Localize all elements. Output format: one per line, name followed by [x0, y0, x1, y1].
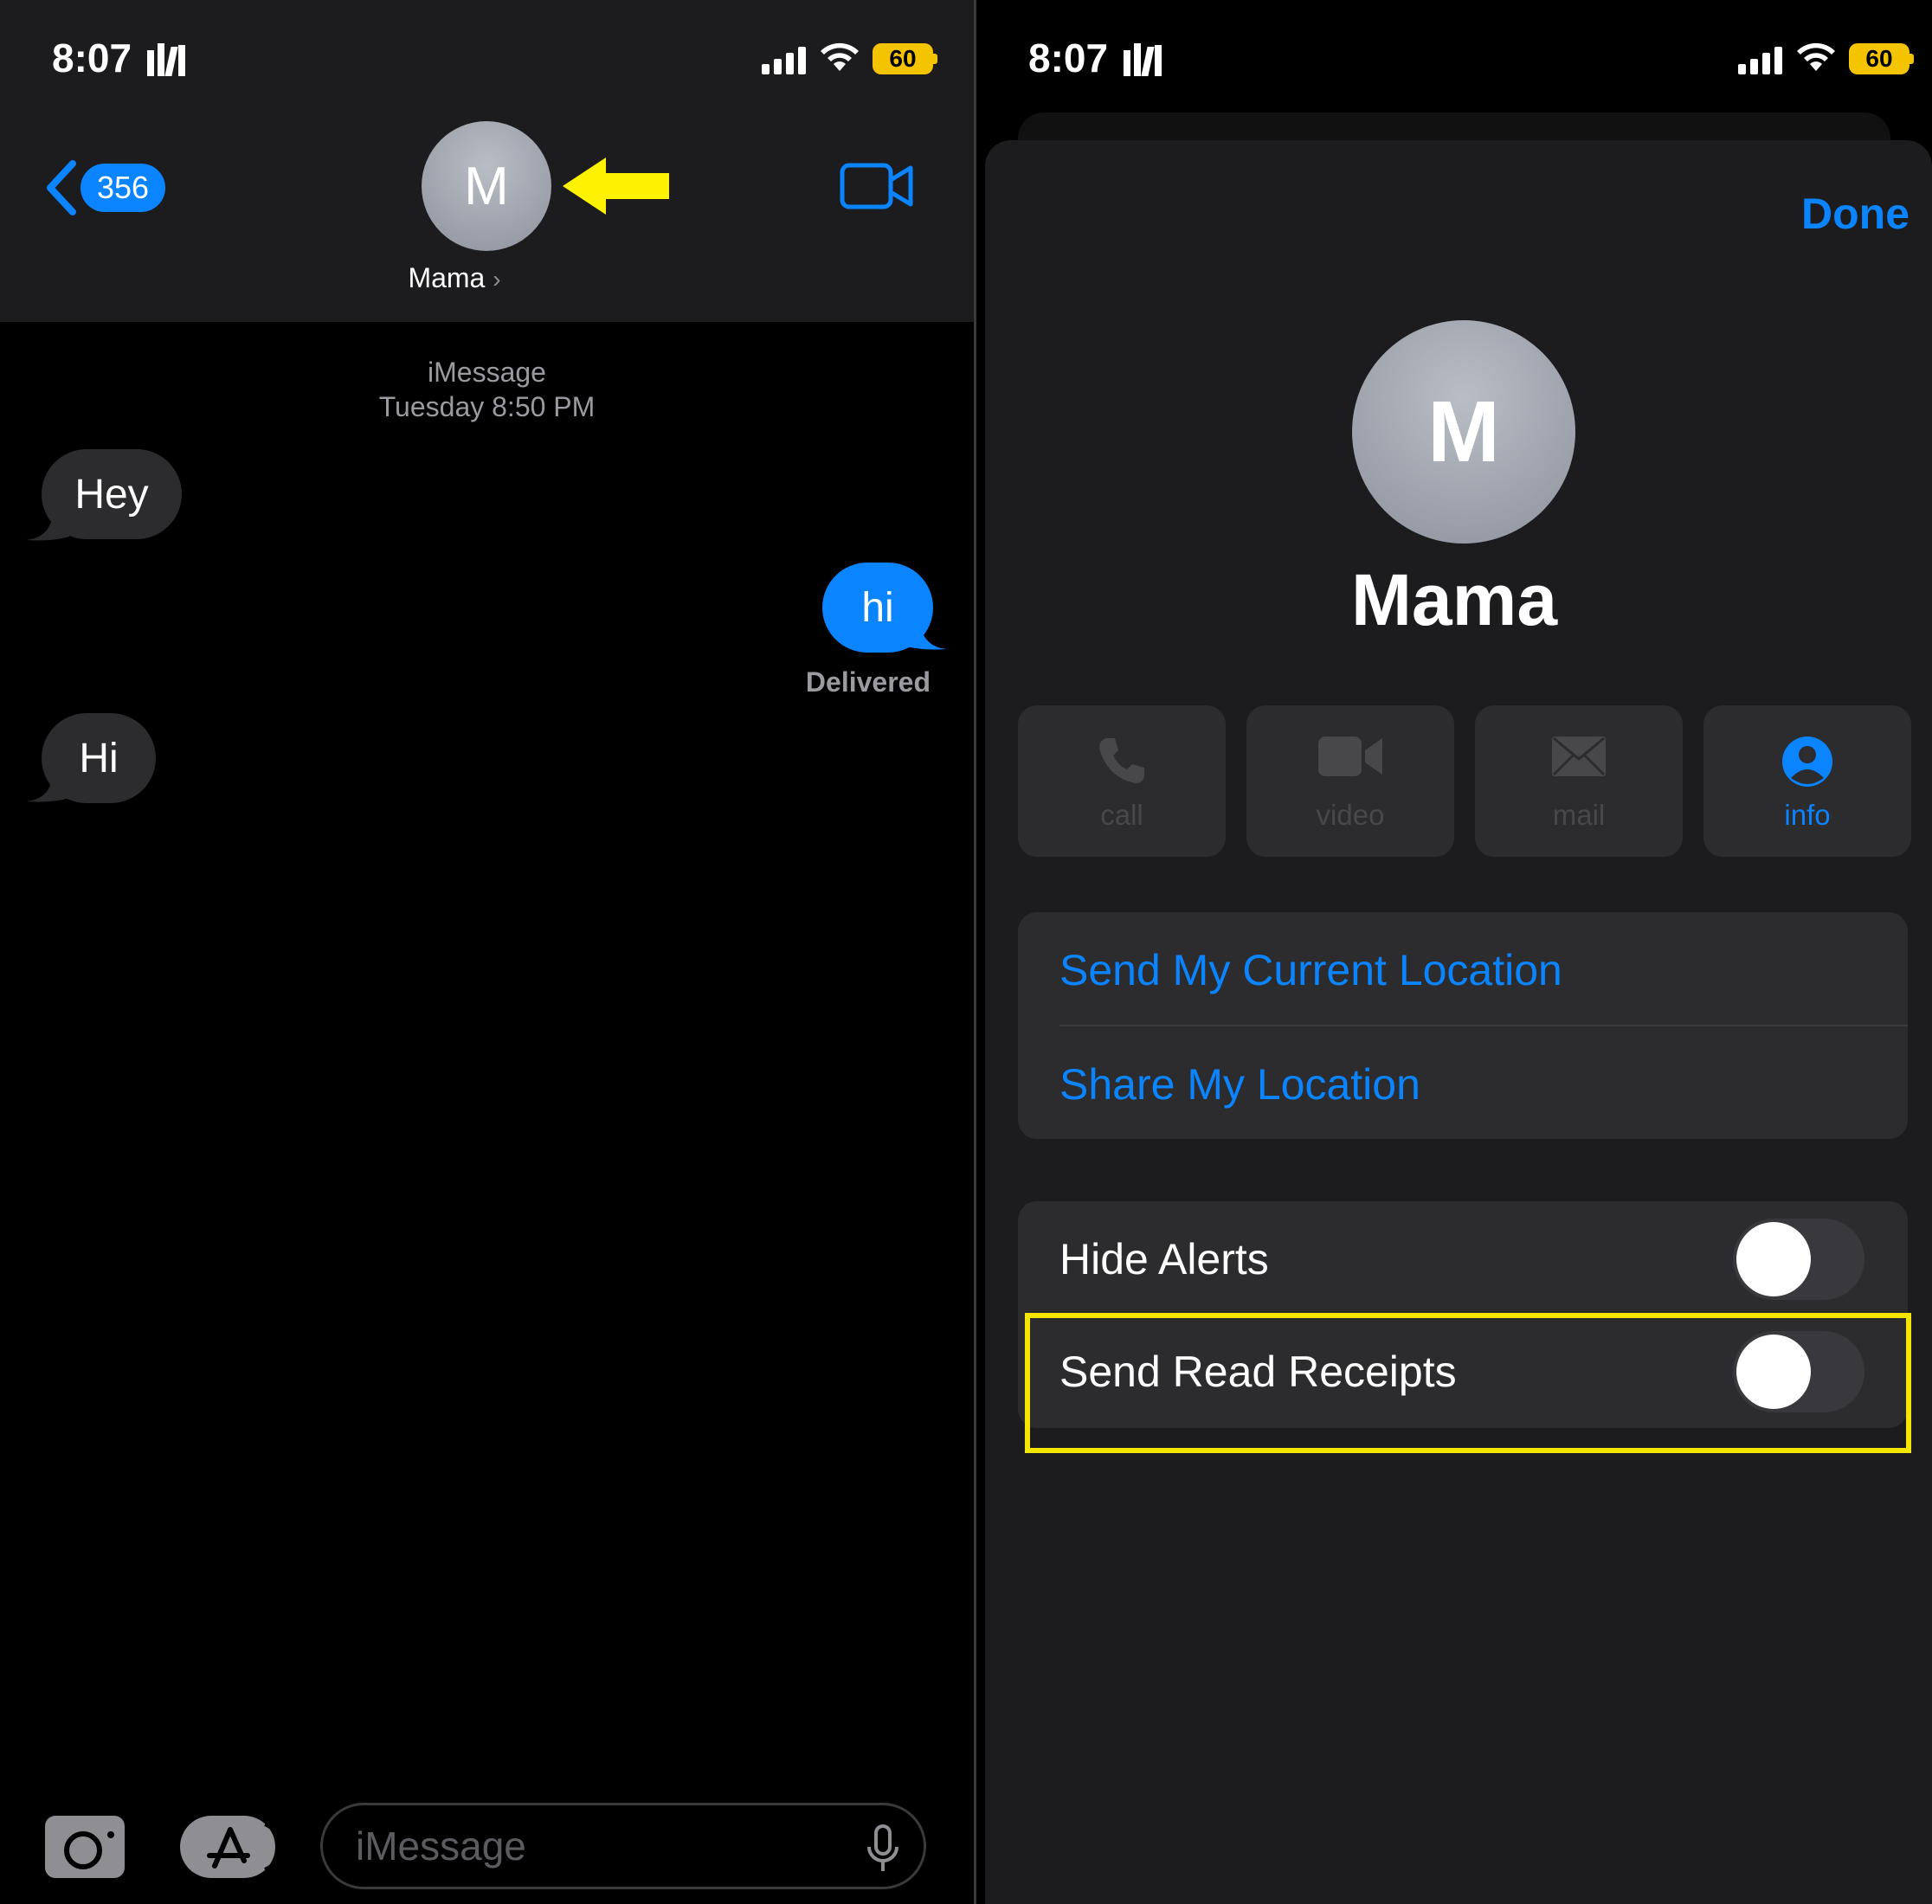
conversation-screen: 8:07 60 356 M Mama › iMessage Tuesday 8:…	[0, 0, 974, 1904]
send-current-location-link[interactable]: Send My Current Location	[1059, 945, 1562, 995]
incoming-message-bubble[interactable]: Hi	[42, 713, 156, 803]
toggle-knob	[1736, 1222, 1811, 1296]
contact-details-screen: 8:07 60 Done M Mama call video mail info…	[976, 0, 1932, 1904]
share-location-link[interactable]: Share My Location	[1059, 1059, 1420, 1110]
contact-name: Mama	[408, 262, 486, 293]
contact-name-title: Mama	[1350, 559, 1558, 640]
location-group: Send My Current Location Share My Locati…	[1018, 912, 1908, 1139]
contact-avatar-large: M	[1352, 320, 1575, 544]
message-timestamp: Tuesday 8:50 PM	[378, 391, 596, 422]
cellular-signal-icon	[762, 43, 806, 74]
incoming-message-bubble[interactable]: Hey	[42, 449, 182, 539]
back-chevron-icon[interactable]	[42, 158, 80, 217]
wifi-icon	[821, 42, 859, 71]
status-time: 8:07	[52, 35, 132, 80]
cellular-signal-icon	[1738, 43, 1782, 74]
call-action-button[interactable]: call	[1018, 705, 1226, 857]
video-camera-icon	[1318, 737, 1382, 776]
row-divider	[1059, 1025, 1908, 1026]
microphone-icon[interactable]	[866, 1824, 900, 1873]
wifi-icon	[1797, 42, 1835, 71]
mail-action-button[interactable]: mail	[1475, 705, 1683, 857]
back-unread-count[interactable]: 356	[80, 164, 165, 212]
delivered-status: Delivered	[805, 666, 931, 698]
battery-tip	[1909, 54, 1914, 64]
service-label: iMessage	[428, 357, 546, 388]
contact-name-link[interactable]: Mama ›	[390, 262, 519, 294]
outgoing-message-bubble[interactable]: hi	[822, 563, 933, 653]
battery-tip	[933, 54, 937, 64]
camera-icon	[61, 1819, 114, 1869]
hide-alerts-toggle[interactable]	[1733, 1219, 1864, 1300]
chevron-right-icon: ›	[493, 266, 501, 293]
action-label: info	[1784, 799, 1831, 831]
app-store-button[interactable]	[180, 1816, 282, 1878]
video-action-button[interactable]: video	[1246, 705, 1454, 857]
battery-indicator: 60	[1849, 43, 1909, 74]
video-call-icon[interactable]	[840, 161, 914, 211]
message-input[interactable]	[320, 1803, 926, 1889]
action-label: mail	[1552, 799, 1606, 831]
camera-button[interactable]	[45, 1816, 125, 1878]
action-label: call	[1100, 799, 1143, 831]
info-action-button[interactable]: info	[1703, 705, 1911, 857]
annotation-highlight-box	[1025, 1313, 1911, 1453]
hide-alerts-label: Hide Alerts	[1059, 1235, 1269, 1283]
books-icon	[1124, 42, 1162, 76]
status-time: 8:07	[1028, 35, 1109, 80]
annotation-arrow-icon	[563, 158, 669, 215]
envelope-icon	[1552, 737, 1606, 776]
app-store-icon	[207, 1823, 282, 1871]
battery-indicator: 60	[873, 43, 933, 74]
contact-avatar[interactable]: M	[422, 121, 551, 251]
person-circle-icon	[1782, 737, 1832, 787]
phone-icon	[1099, 738, 1144, 783]
action-label: video	[1316, 799, 1385, 831]
books-icon	[147, 42, 185, 76]
done-button[interactable]: Done	[1801, 189, 1909, 239]
